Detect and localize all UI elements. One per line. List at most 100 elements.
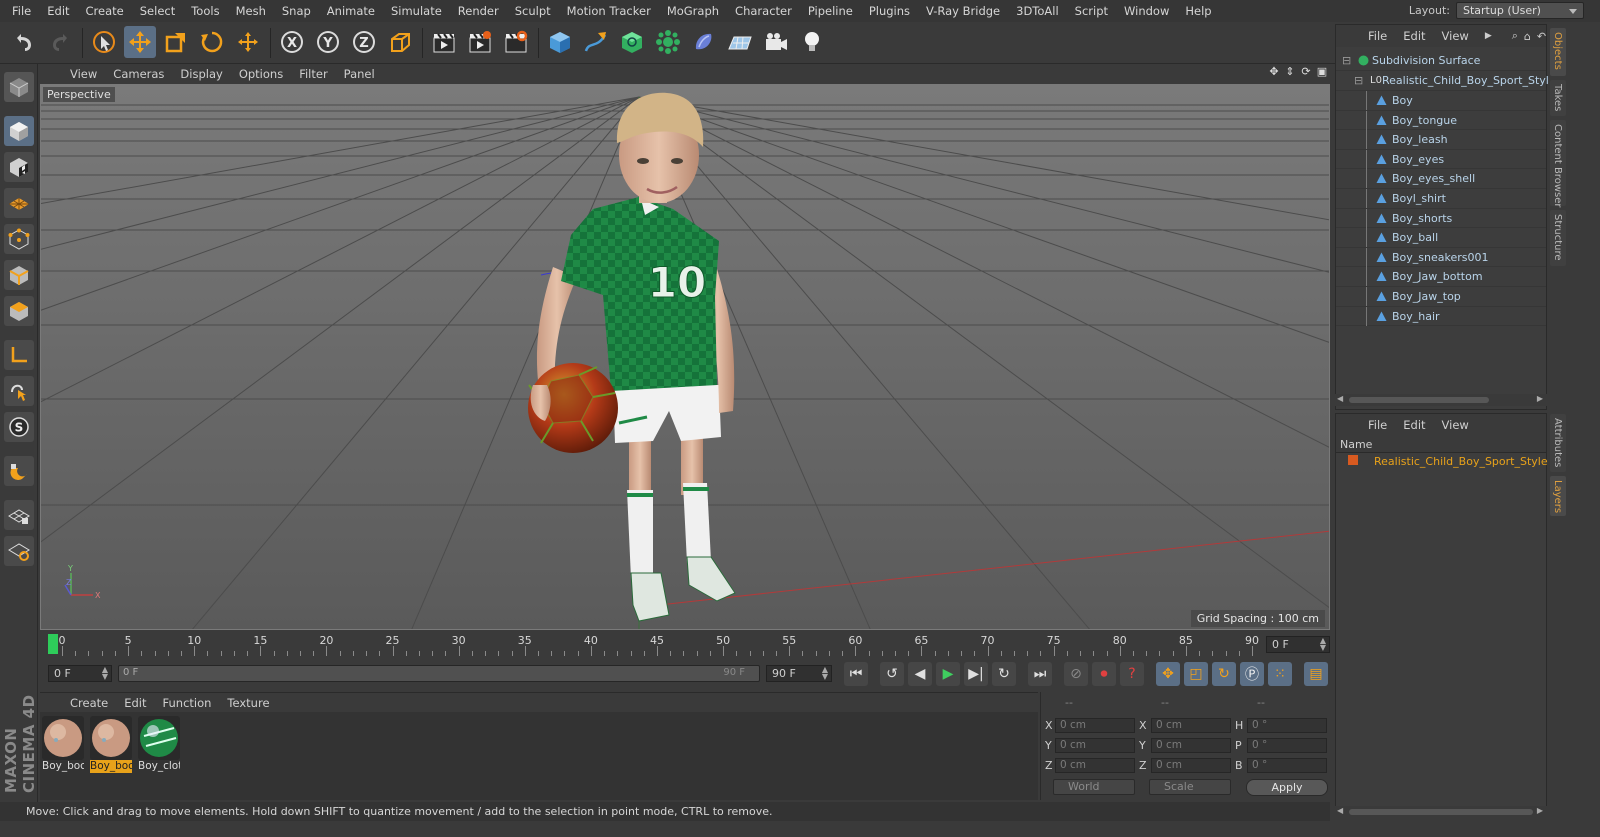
cloner-icon[interactable] <box>652 26 684 58</box>
menu-script[interactable]: Script <box>1067 0 1116 22</box>
workplane-mode-icon[interactable] <box>4 188 34 218</box>
timeline-window-icon[interactable]: ▤ <box>1304 662 1328 686</box>
x-axis-lock-icon[interactable]: X <box>276 26 308 58</box>
key-scale-icon[interactable]: ◰ <box>1184 662 1208 686</box>
viewport-menu-display[interactable]: Display <box>172 67 230 81</box>
layer-color-swatch[interactable] <box>1348 455 1358 465</box>
tree-item-object[interactable]: Boy_hair <box>1336 306 1546 327</box>
render-to-picture-viewer-icon[interactable] <box>464 26 496 58</box>
cube-primitive-icon[interactable] <box>544 26 576 58</box>
texture-mode-icon[interactable] <box>4 152 34 182</box>
z-axis-lock-icon[interactable]: Z <box>348 26 380 58</box>
last-used-tool-icon[interactable] <box>232 26 264 58</box>
next-frame-icon[interactable]: ▶| <box>964 662 988 686</box>
scale-tool-icon[interactable] <box>160 26 192 58</box>
layers-menu-edit[interactable]: Edit <box>1395 418 1433 432</box>
menu-create[interactable]: Create <box>78 0 132 22</box>
tab-takes[interactable]: Takes <box>1550 80 1566 116</box>
object-manager-hscroll[interactable]: ◀ ▶ <box>1335 394 1547 406</box>
objects-menu-edit[interactable]: Edit <box>1395 29 1433 43</box>
material-menu-create[interactable]: Create <box>62 696 116 710</box>
timeline-ruler[interactable]: 0 5 10 15 20 25 30 35 40 45 50 55 60 65 70 75 80 85 90 0 F… <box>40 630 1330 660</box>
camera-icon[interactable] <box>760 26 792 58</box>
size-mode-dropdown[interactable]: Scale <box>1149 779 1231 795</box>
material-menu-function[interactable]: Function <box>155 696 220 710</box>
menu-help[interactable]: Help <box>1177 0 1219 22</box>
material-item[interactable]: Boy_boc <box>42 716 84 772</box>
layers-menu-view[interactable]: View <box>1434 418 1477 432</box>
material-item-selected[interactable]: Boy_boc <box>90 716 132 773</box>
collapse-icon[interactable]: ⊟ <box>1342 51 1351 70</box>
menu-snap[interactable]: Snap <box>274 0 319 22</box>
position-y-field[interactable]: 0 cm <box>1055 738 1135 753</box>
play-icon[interactable]: ▶ <box>936 662 960 686</box>
material-menu-texture[interactable]: Texture <box>219 696 277 710</box>
enable-axis-grid-icon[interactable] <box>4 500 34 530</box>
max-time-field[interactable]: 0 F ▲ ▼ <box>1266 636 1330 653</box>
tab-layers[interactable]: Layers <box>1550 476 1566 516</box>
axis-mode-icon[interactable] <box>4 340 34 370</box>
tree-item-object[interactable]: Boy_eyes <box>1336 149 1546 170</box>
menu-file[interactable]: File <box>4 0 39 22</box>
rotate-view-icon[interactable]: ⟳ <box>1300 66 1312 78</box>
floor-icon[interactable] <box>724 26 756 58</box>
layer-row[interactable]: Realistic_Child_Boy_Sport_Style <box>1336 453 1548 471</box>
make-editable-icon[interactable] <box>4 72 34 102</box>
tree-item-object[interactable]: Boy <box>1336 91 1546 111</box>
menu-select[interactable]: Select <box>132 0 183 22</box>
subdivision-surface-icon[interactable] <box>616 26 648 58</box>
move-tool-icon[interactable] <box>124 26 156 58</box>
preview-max-field[interactable]: 90 F ▲ ▼ <box>766 665 832 682</box>
light-icon[interactable] <box>796 26 828 58</box>
menu-mesh[interactable]: Mesh <box>228 0 274 22</box>
tree-item-object[interactable]: Boy_tongue <box>1336 110 1546 131</box>
go-to-end-icon[interactable]: ⏭ <box>1028 662 1052 686</box>
viewport-menu-filter[interactable]: Filter <box>291 67 335 81</box>
tweak-mode-icon[interactable] <box>4 376 34 406</box>
tab-attributes[interactable]: Attributes <box>1550 414 1566 472</box>
tree-item-object[interactable]: Boy_leash <box>1336 130 1546 150</box>
tree-item-subdivision-surface[interactable]: ⊟ Subdivision Surface <box>1336 51 1546 71</box>
tab-structure[interactable]: Structure <box>1550 210 1566 266</box>
render-settings-icon[interactable] <box>500 26 532 58</box>
previous-key-icon[interactable]: ↺ <box>880 662 904 686</box>
viewport-menu-cameras[interactable]: Cameras <box>105 67 172 81</box>
record-position-icon[interactable]: ⊘ <box>1064 662 1088 686</box>
viewport-menu-panel[interactable]: Panel <box>336 67 383 81</box>
polygons-mode-icon[interactable] <box>4 296 34 326</box>
home-icon[interactable]: ⌂ <box>1524 30 1531 43</box>
key-parameter-icon[interactable]: Ⓟ <box>1240 662 1264 686</box>
rotation-p-field[interactable]: 0 ° <box>1247 738 1327 753</box>
previous-frame-icon[interactable]: ◀ <box>908 662 932 686</box>
menu-pipeline[interactable]: Pipeline <box>800 0 861 22</box>
go-to-start-icon[interactable]: ⏮ <box>844 662 868 686</box>
tree-item-group[interactable]: ⊟ L0 Realistic_Child_Boy_Sport_Style <box>1336 71 1556 91</box>
undo-icon[interactable] <box>8 26 40 58</box>
snap-icon[interactable] <box>4 456 34 486</box>
menu-mograph[interactable]: MoGraph <box>659 0 727 22</box>
record-active-icon[interactable]: ⏺ <box>1092 662 1116 686</box>
next-key-icon[interactable]: ↻ <box>992 662 1016 686</box>
viewport-menu-view[interactable]: View <box>62 67 105 81</box>
size-x-field[interactable]: 0 cm <box>1151 718 1231 733</box>
edges-mode-icon[interactable] <box>4 260 34 290</box>
menu-render[interactable]: Render <box>450 0 507 22</box>
viewport-menu-options[interactable]: Options <box>231 67 291 81</box>
search-icon[interactable]: ⌕ <box>1512 29 1518 43</box>
tab-objects[interactable]: Objects <box>1550 28 1566 76</box>
material-menu-edit[interactable]: Edit <box>116 696 154 710</box>
rotate-tool-icon[interactable] <box>196 26 228 58</box>
coordinate-system-icon[interactable] <box>384 26 416 58</box>
locked-workplane-icon[interactable] <box>4 536 34 566</box>
solo-mode-icon[interactable]: S <box>4 412 34 442</box>
collapse-icon[interactable]: ⊟ <box>1354 71 1363 90</box>
perspective-viewport[interactable]: 10 Z Y X Perspective Grid Spacing : 100 … <box>40 84 1330 630</box>
menu-animate[interactable]: Animate <box>319 0 383 22</box>
points-mode-icon[interactable] <box>4 224 34 254</box>
apply-button[interactable]: Apply <box>1246 779 1328 796</box>
preview-range-slider[interactable]: 0 F 90 F <box>118 665 760 682</box>
y-axis-lock-icon[interactable]: Y <box>312 26 344 58</box>
menu-edit[interactable]: Edit <box>39 0 77 22</box>
position-z-field[interactable]: 0 cm <box>1055 758 1135 773</box>
menu-3dtoall[interactable]: 3DToAll <box>1008 0 1067 22</box>
